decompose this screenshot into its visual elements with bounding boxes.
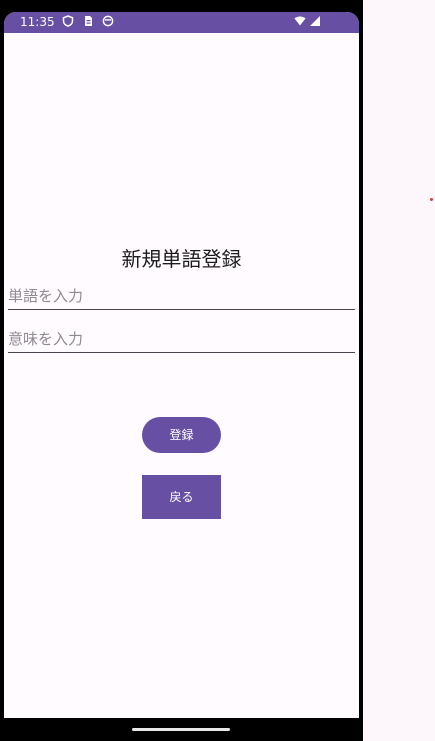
back-button[interactable]: 戻る xyxy=(142,475,221,519)
status-bar: 11:35 xyxy=(4,12,359,33)
meaning-field[interactable] xyxy=(8,328,355,353)
app-screen: 11:35 新規単語登録 単語を入力 意味を入力 登録 戻る xyxy=(4,12,359,718)
gesture-nav-handle[interactable] xyxy=(132,728,230,731)
wifi-icon xyxy=(294,16,306,26)
meaning-input[interactable] xyxy=(8,328,355,350)
face-icon xyxy=(102,15,114,27)
word-input[interactable] xyxy=(8,285,355,307)
page-title: 新規単語登録 xyxy=(121,247,242,271)
status-time: 11:35 xyxy=(20,15,55,29)
word-field[interactable] xyxy=(8,285,355,310)
signal-icon xyxy=(310,16,320,26)
red-dot-marker xyxy=(430,198,433,201)
register-button[interactable]: 登録 xyxy=(142,417,221,453)
stage: 11:35 新規単語登録 単語を入力 意味を入力 登録 戻る xyxy=(0,0,435,741)
device-frame: 11:35 新規単語登録 単語を入力 意味を入力 登録 戻る xyxy=(0,0,363,741)
sim-card-icon xyxy=(85,16,92,26)
shield-icon xyxy=(62,15,74,27)
